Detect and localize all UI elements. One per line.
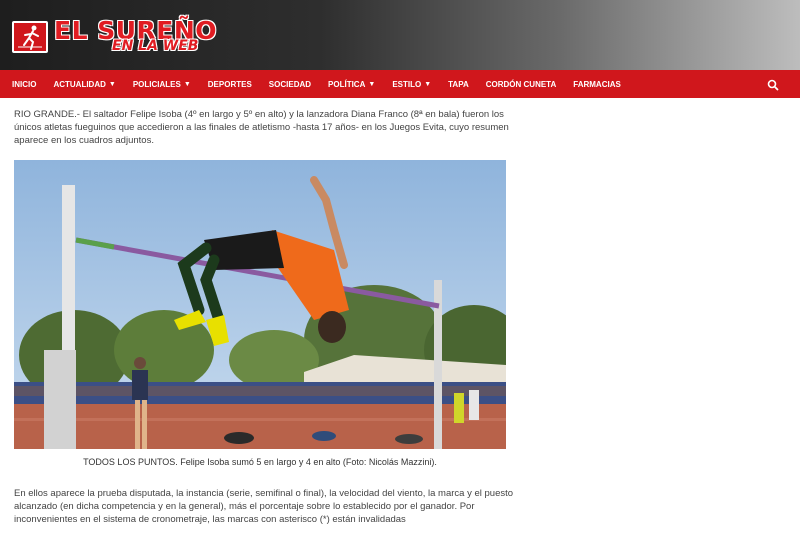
chevron-down-icon: ▼ [424,80,432,88]
nav-item-tapa[interactable]: TAPA [448,80,469,89]
nav-item-farmacias[interactable]: FARMACIAS [573,80,621,89]
chevron-down-icon: ▼ [368,80,376,88]
nav-item-policiales[interactable]: POLICIALES ▼ [133,80,191,89]
nav-label: POLÍTICA [328,79,366,89]
article-lead-line: RIO GRANDE.- El saltador Felipe Isoba (4… [14,109,504,120]
nav-label: SOCIEDAD [268,79,312,89]
nav-label: DEPORTES [207,79,252,89]
article-lead-line: únicos atletas fueguinos que accedieron … [14,122,509,133]
site-header: EL SUREÑO EN LA WEB [0,0,800,70]
nav-item-cordon-cuneta[interactable]: CORDÓN CUNETA [486,80,557,89]
article-photo [14,160,506,449]
runner-logo-icon [12,21,48,53]
nav-label: INICIO [12,79,37,89]
nav-label: CORDÓN CUNETA [485,79,557,89]
article-body-line: En ellos aparece la prueba disputada, la… [14,488,514,499]
nav-label: TAPA [448,79,469,89]
nav-item-inicio[interactable]: INICIO [12,80,36,89]
nav-label: ESTILO [392,79,422,89]
site-logo[interactable]: EL SUREÑO EN LA WEB [12,16,217,58]
article-body-line: alcanzado (en dicha competencia y en la … [14,501,475,512]
nav-item-actualidad[interactable]: ACTUALIDAD ▼ [53,80,115,89]
nav-item-deportes[interactable]: DEPORTES [208,80,252,89]
chevron-down-icon: ▼ [183,80,191,88]
chevron-down-icon: ▼ [108,80,116,88]
nav-label: POLICIALES [132,79,181,89]
search-icon[interactable] [767,78,779,91]
site-subtitle: EN LA WEB [112,38,199,54]
nav-item-politica[interactable]: POLÍTICA ▼ [328,80,375,89]
nav-label: ACTUALIDAD [53,79,106,89]
nav-item-estilo[interactable]: ESTILO ▼ [392,80,431,89]
nav-item-sociedad[interactable]: SOCIEDAD [269,80,311,89]
article-lead-line: aparece en los cuadros adjuntos. [14,135,154,146]
nav-label: FARMACIAS [573,79,621,89]
main-nav: INICIO ACTUALIDAD ▼ POLICIALES ▼ DEPORTES … [0,70,800,98]
article-body-line: inconvenientes en el sistema de cronomet… [14,514,406,525]
image-caption: TODOS LOS PUNTOS. Felipe Isoba sumó 5 en… [83,457,437,467]
